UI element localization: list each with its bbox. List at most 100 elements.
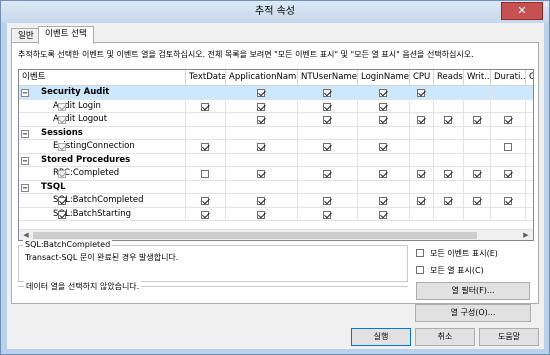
- show-all-events-checkbox[interactable]: [416, 249, 424, 257]
- event-checkbox[interactable]: [58, 170, 66, 178]
- close-button[interactable]: ✕: [501, 2, 543, 20]
- event-checkbox[interactable]: [58, 116, 66, 124]
- column-header[interactable]: 이벤트: [19, 70, 186, 86]
- column-checkbox[interactable]: [379, 116, 387, 124]
- instructions-text: 추적하도록 선택한 이벤트 및 이벤트 열을 검토하십시오. 전체 목록을 보려…: [18, 50, 474, 59]
- grid-cell: [491, 180, 526, 194]
- category-row[interactable]: − Sessions: [19, 126, 533, 140]
- show-all-columns-checkbox[interactable]: [416, 266, 424, 274]
- column-checkbox[interactable]: [379, 210, 387, 219]
- column-header[interactable]: LoginName: [358, 70, 410, 86]
- grid-cell: [464, 180, 491, 194]
- column-checkbox[interactable]: [379, 102, 387, 111]
- column-checkbox[interactable]: [473, 197, 481, 205]
- column-checkbox[interactable]: [444, 197, 452, 205]
- column-checkbox[interactable]: [257, 210, 265, 219]
- grid-cell: [491, 153, 526, 167]
- column-checkbox[interactable]: [504, 197, 512, 205]
- column-header[interactable]: TextData: [186, 70, 226, 86]
- grid-cell: [526, 167, 533, 181]
- grid-cell: [358, 99, 410, 113]
- collapse-icon[interactable]: −: [21, 183, 29, 192]
- collapse-icon[interactable]: −: [21, 156, 29, 165]
- organize-columns-button[interactable]: 열 구성(O)...: [415, 304, 531, 322]
- column-checkbox[interactable]: [323, 143, 331, 151]
- column-header[interactable]: ApplicationName: [226, 70, 298, 86]
- scroll-thumb[interactable]: [33, 232, 477, 239]
- run-button[interactable]: 실행: [351, 328, 411, 346]
- column-checkbox[interactable]: [504, 143, 512, 151]
- column-checkbox[interactable]: [417, 89, 425, 97]
- event-row[interactable]: SQL:BatchStarting: [19, 207, 533, 221]
- column-checkbox[interactable]: [257, 116, 265, 124]
- column-checkbox[interactable]: [473, 170, 481, 178]
- column-header[interactable]: CPU: [410, 70, 434, 86]
- category-label: Stored Procedures: [41, 154, 131, 165]
- column-header[interactable]: NTUserName: [298, 70, 358, 86]
- column-filters-button[interactable]: 열 필터(F)...: [416, 282, 530, 300]
- column-checkbox[interactable]: [417, 116, 425, 124]
- column-checkbox[interactable]: [257, 89, 265, 97]
- tab-events-selection[interactable]: 이벤트 선택: [38, 26, 94, 44]
- show-all-events-option[interactable]: 모든 이벤트 표시(E): [416, 248, 498, 259]
- column-header[interactable]: ClientP: [526, 70, 533, 86]
- cancel-button[interactable]: 취소: [415, 328, 475, 346]
- category-row[interactable]: − Security Audit: [19, 86, 533, 100]
- event-checkbox[interactable]: [58, 143, 66, 151]
- column-checkbox[interactable]: [379, 143, 387, 151]
- column-checkbox[interactable]: [417, 197, 425, 205]
- collapse-icon[interactable]: −: [21, 129, 29, 138]
- grid-cell: [464, 194, 491, 208]
- category-row[interactable]: − TSQL: [19, 180, 533, 194]
- event-row[interactable]: SQL:BatchCompleted: [19, 194, 533, 208]
- category-name-cell: − Stored Procedures: [19, 153, 186, 167]
- column-checkbox[interactable]: [201, 210, 209, 219]
- column-checkbox[interactable]: [473, 116, 481, 124]
- horizontal-scrollbar[interactable]: ◀ ▶: [19, 229, 533, 240]
- column-checkbox[interactable]: [257, 197, 265, 205]
- column-checkbox[interactable]: [323, 210, 331, 219]
- column-checkbox[interactable]: [379, 89, 387, 97]
- tab-general[interactable]: 일반: [11, 28, 41, 43]
- event-checkbox[interactable]: [58, 102, 66, 111]
- column-checkbox[interactable]: [257, 102, 265, 111]
- column-checkbox[interactable]: [444, 170, 452, 178]
- grid-cell: [410, 194, 434, 208]
- column-checkbox[interactable]: [323, 89, 331, 97]
- event-row[interactable]: RPC:Completed: [19, 167, 533, 181]
- column-checkbox[interactable]: [323, 170, 331, 178]
- grid-cell: [526, 194, 533, 208]
- grid-cell: [410, 113, 434, 127]
- column-checkbox[interactable]: [444, 116, 452, 124]
- column-checkbox[interactable]: [417, 170, 425, 178]
- column-header[interactable]: Reads: [434, 70, 464, 86]
- category-row[interactable]: − Stored Procedures: [19, 153, 533, 167]
- column-checkbox[interactable]: [257, 143, 265, 151]
- column-header[interactable]: Durati...: [491, 70, 526, 86]
- column-checkbox[interactable]: [201, 102, 209, 111]
- scroll-right-icon[interactable]: ▶: [520, 231, 532, 240]
- title-bar[interactable]: 추적 속성 ✕: [1, 1, 549, 23]
- event-row[interactable]: ExistingConnection: [19, 140, 533, 154]
- column-checkbox[interactable]: [323, 116, 331, 124]
- column-header[interactable]: Writ...: [464, 70, 491, 86]
- column-checkbox[interactable]: [201, 197, 209, 205]
- column-checkbox[interactable]: [323, 102, 331, 111]
- column-checkbox[interactable]: [379, 197, 387, 205]
- column-checkbox[interactable]: [504, 170, 512, 178]
- column-checkbox[interactable]: [257, 170, 265, 178]
- column-checkbox[interactable]: [323, 197, 331, 205]
- column-checkbox[interactable]: [379, 170, 387, 178]
- scroll-left-icon[interactable]: ◀: [20, 231, 32, 240]
- show-all-columns-option[interactable]: 모든 열 표시(C): [416, 265, 484, 276]
- event-checkbox[interactable]: [58, 210, 66, 219]
- event-row[interactable]: Audit Logout: [19, 113, 533, 127]
- event-row[interactable]: Audit Login: [19, 99, 533, 113]
- event-checkbox[interactable]: [58, 197, 66, 205]
- column-checkbox[interactable]: [201, 170, 209, 178]
- column-checkbox[interactable]: [504, 116, 512, 124]
- column-checkbox[interactable]: [201, 143, 209, 151]
- collapse-icon[interactable]: −: [21, 89, 29, 97]
- grid-cell: [226, 153, 298, 167]
- help-button[interactable]: 도움말: [479, 328, 539, 346]
